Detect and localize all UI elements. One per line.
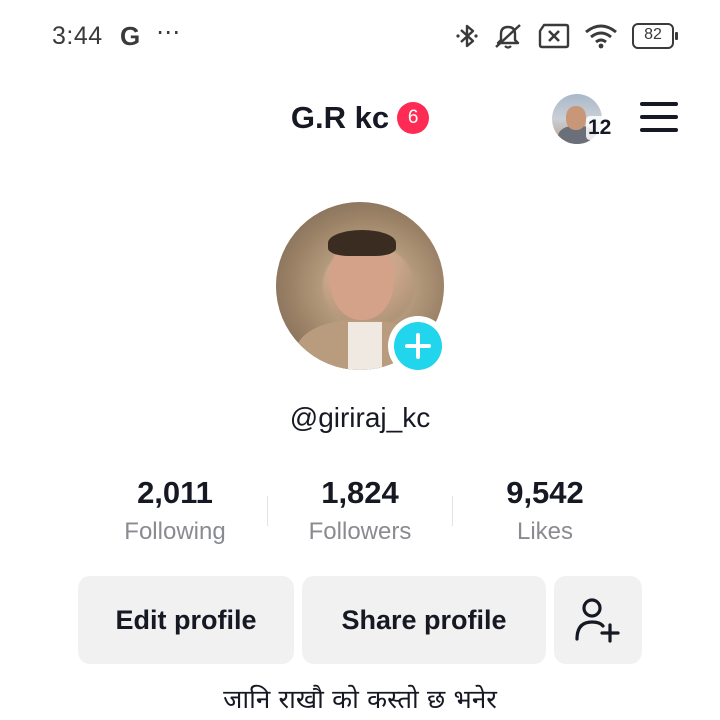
share-profile-button[interactable]: Share profile bbox=[302, 576, 546, 664]
stat-followers[interactable]: 1,824 Followers bbox=[267, 474, 453, 546]
edit-profile-button[interactable]: Edit profile bbox=[78, 576, 294, 664]
google-icon: G bbox=[120, 21, 141, 51]
stat-likes[interactable]: 9,542 Likes bbox=[452, 474, 638, 546]
add-friend-button[interactable] bbox=[554, 576, 642, 664]
stat-label: Following bbox=[124, 518, 226, 545]
add-avatar-button[interactable] bbox=[388, 316, 448, 376]
status-bar: 3:44 G ⋯ 82 bbox=[0, 0, 720, 72]
stat-value: 1,824 bbox=[321, 475, 399, 510]
stat-label: Likes bbox=[516, 518, 574, 545]
profile-bio: जानि राखौ को कस्तो छ भनेर bbox=[223, 685, 497, 715]
stat-value: 9,542 bbox=[506, 475, 584, 510]
stat-following[interactable]: 2,011 Following bbox=[82, 474, 268, 546]
notification-badge: 6 bbox=[397, 102, 430, 134]
profile-actions: Edit profile Share profile bbox=[0, 576, 720, 664]
bluetooth-icon bbox=[456, 24, 478, 48]
status-icons: 82 bbox=[456, 22, 678, 50]
stat-label: Followers bbox=[308, 518, 412, 545]
plus-icon bbox=[394, 322, 442, 370]
battery-icon: 82 bbox=[632, 23, 678, 49]
stat-value: 2,011 bbox=[137, 475, 213, 510]
status-time: 3:44 bbox=[52, 22, 103, 50]
username: @giriraj_kc bbox=[289, 402, 431, 433]
profile-header: G.R kc 6 12 bbox=[0, 84, 720, 154]
story-count: 12 bbox=[586, 116, 614, 140]
silent-icon bbox=[495, 24, 521, 49]
more-notifications-icon: ⋯ bbox=[156, 19, 181, 46]
profile-stats: 2,011 Following 1,824 Followers 9,542 Li… bbox=[82, 474, 638, 554]
no-sim-icon bbox=[538, 23, 570, 49]
page-title[interactable]: G.R kc bbox=[291, 100, 389, 136]
battery-level: 82 bbox=[644, 26, 662, 43]
hamburger-menu-icon[interactable] bbox=[640, 102, 680, 134]
wifi-icon bbox=[585, 24, 617, 49]
add-friend-icon bbox=[575, 598, 620, 643]
